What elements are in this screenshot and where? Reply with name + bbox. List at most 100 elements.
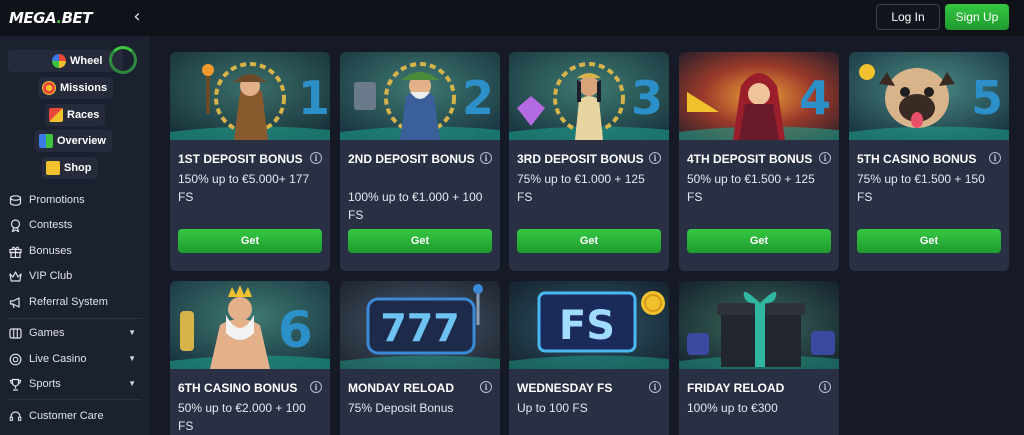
card-number: 6	[278, 301, 313, 359]
megaphone-icon	[8, 295, 22, 309]
card-artwork: FS	[509, 281, 669, 369]
info-icon[interactable]: i	[480, 381, 492, 393]
sidebar-item-label: Live Casino	[29, 353, 87, 365]
card-artwork: 2	[340, 52, 500, 140]
divider	[8, 399, 142, 400]
sidebar-item-customer-care[interactable]: Customer Care	[0, 405, 150, 427]
info-icon[interactable]: i	[649, 381, 661, 393]
sidebar-item-label: Referral System	[29, 296, 108, 308]
sidebar-item-label: Races	[67, 109, 100, 121]
trophy-icon	[8, 377, 22, 391]
trophy-icon	[8, 218, 22, 232]
cart-icon	[46, 161, 60, 175]
card-title: 6th Casino Bonus	[178, 381, 298, 395]
get-bonus-button[interactable]: Get	[857, 229, 1001, 253]
chevron-down-icon[interactable]: ▼	[128, 354, 136, 363]
sidebar-item-games[interactable]: Games ▼	[0, 322, 150, 344]
sidebar-item-bonuses[interactable]: Bonuses	[0, 240, 150, 262]
logo[interactable]: MEGA.BET	[9, 9, 93, 27]
card-description: 50% up to €2.000 + 100 FS	[178, 401, 306, 433]
info-icon[interactable]: i	[310, 152, 322, 164]
sidebar-item-referral-system[interactable]: Referral System	[0, 291, 150, 313]
sidebar-item-label: Bonuses	[29, 245, 72, 257]
sidebar-item-live-casino[interactable]: Live Casino ▼	[0, 348, 150, 370]
target-icon	[42, 81, 56, 95]
chip-icon	[8, 352, 22, 366]
card-title: Friday Reload	[687, 381, 785, 395]
sidebar-item-missions[interactable]: Missions	[38, 77, 114, 99]
flag-icon	[49, 108, 63, 122]
card-title: 2nd Deposit Bonus	[348, 152, 475, 166]
top-header: MEGA.BET ‹ Log In Sign Up	[0, 0, 1024, 36]
wheel-icon	[52, 54, 66, 68]
chevron-down-icon[interactable]: ▼	[128, 328, 136, 337]
bonus-card-monday-reload: 777 Monday Reload i 75% Deposit Bonus	[340, 281, 500, 435]
bonus-card-friday-reload: Friday Reload i 100% up to €300	[679, 281, 839, 435]
headset-icon	[8, 409, 22, 423]
bonus-card-5: 5 5th Casino Bonus i 75% up to €1.500 + …	[849, 52, 1009, 271]
bonus-card-3: 3 3rd Deposit Bonus i 75% up to €1.000 +…	[509, 52, 669, 271]
card-title: Wednesday FS	[517, 381, 613, 395]
bonus-card-2: 2 2nd Deposit Bonus i 100% up to €1.000 …	[340, 52, 500, 271]
card-description: 100% up to €300	[687, 401, 778, 415]
art-fs-text: FS	[559, 303, 615, 349]
sidebar-item-sports[interactable]: Sports ▼	[0, 373, 150, 395]
sidebar-item-races[interactable]: Races	[45, 104, 106, 126]
card-number: 3	[631, 71, 663, 125]
card-artwork: 6	[170, 281, 330, 369]
sidebar-item-label: Overview	[57, 135, 106, 147]
login-button[interactable]: Log In	[876, 4, 940, 30]
sidebar-item-label: Contests	[29, 219, 73, 231]
bonus-card-4: 4 4th Deposit Bonus i 50% up to €1.500 +…	[679, 52, 839, 271]
bonus-card-wednesday-fs: FS Wednesday FS i Up to 100 FS	[509, 281, 669, 435]
sidebar-item-contests[interactable]: Contests	[0, 214, 150, 236]
divider	[8, 318, 142, 319]
card-title: Monday Reload	[348, 381, 455, 395]
get-bonus-button[interactable]: Get	[517, 229, 661, 253]
sidebar-item-label: Shop	[64, 162, 92, 174]
sidebar-item-label: Customer Care	[29, 410, 104, 422]
art-slot-text: 777	[380, 306, 459, 350]
sidebar-item-vip-club[interactable]: VIP Club	[0, 265, 150, 287]
card-description: 75% up to €1.000 + 125 FS	[517, 172, 645, 204]
gift-icon	[8, 244, 22, 258]
sidebar-item-label: VIP Club	[29, 270, 73, 282]
info-icon[interactable]: i	[819, 152, 831, 164]
crown-icon	[8, 269, 22, 283]
get-bonus-button[interactable]: Get	[348, 229, 492, 253]
collapse-sidebar-icon[interactable]: ‹	[126, 6, 148, 28]
sidebar-item-shop[interactable]: Shop	[42, 157, 98, 179]
info-icon[interactable]: i	[819, 381, 831, 393]
sidebar-item-label: Promotions	[29, 194, 85, 206]
info-icon[interactable]: i	[649, 152, 661, 164]
card-number: 2	[462, 71, 494, 125]
card-title: 3rd Deposit Bonus	[517, 152, 644, 166]
chevron-down-icon[interactable]: ▼	[128, 379, 136, 388]
card-artwork: 4	[679, 52, 839, 140]
card-description: 75% Deposit Bonus	[348, 401, 454, 415]
card-artwork: 777	[340, 281, 500, 369]
card-artwork: 5	[849, 52, 1009, 140]
grid-icon	[39, 134, 53, 148]
card-number: 1	[298, 71, 330, 125]
get-bonus-button[interactable]: Get	[178, 229, 322, 253]
info-icon[interactable]: i	[310, 381, 322, 393]
sidebar-item-label: Missions	[60, 82, 108, 94]
sidebar-item-overview[interactable]: Overview	[35, 130, 112, 152]
card-description: 100% up to €1.000 + 100 FS	[348, 190, 483, 222]
card-description: 75% up to €1.500 + 150 FS	[857, 172, 985, 204]
sidebar-item-label: Sports	[29, 378, 61, 390]
bonus-card-6: 6 6th Casino Bonus i 50% up to €2.000 + …	[170, 281, 330, 435]
sidebar-item-wheel[interactable]: Wheel	[8, 46, 137, 74]
info-icon[interactable]: i	[989, 152, 1001, 164]
info-icon[interactable]: i	[480, 152, 492, 164]
card-artwork: 1	[170, 52, 330, 140]
games-icon	[8, 326, 22, 340]
signup-button[interactable]: Sign Up	[945, 4, 1009, 30]
sidebar-item-promotions[interactable]: Promotions	[0, 189, 150, 211]
card-number: 5	[971, 71, 1003, 125]
get-bonus-button[interactable]: Get	[687, 229, 831, 253]
sidebar-item-label: Games	[29, 327, 65, 339]
bonus-card-1: 1 1st Deposit Bonus i 150% up to €5.000+…	[170, 52, 330, 271]
card-title: 1st Deposit Bonus	[178, 152, 303, 166]
